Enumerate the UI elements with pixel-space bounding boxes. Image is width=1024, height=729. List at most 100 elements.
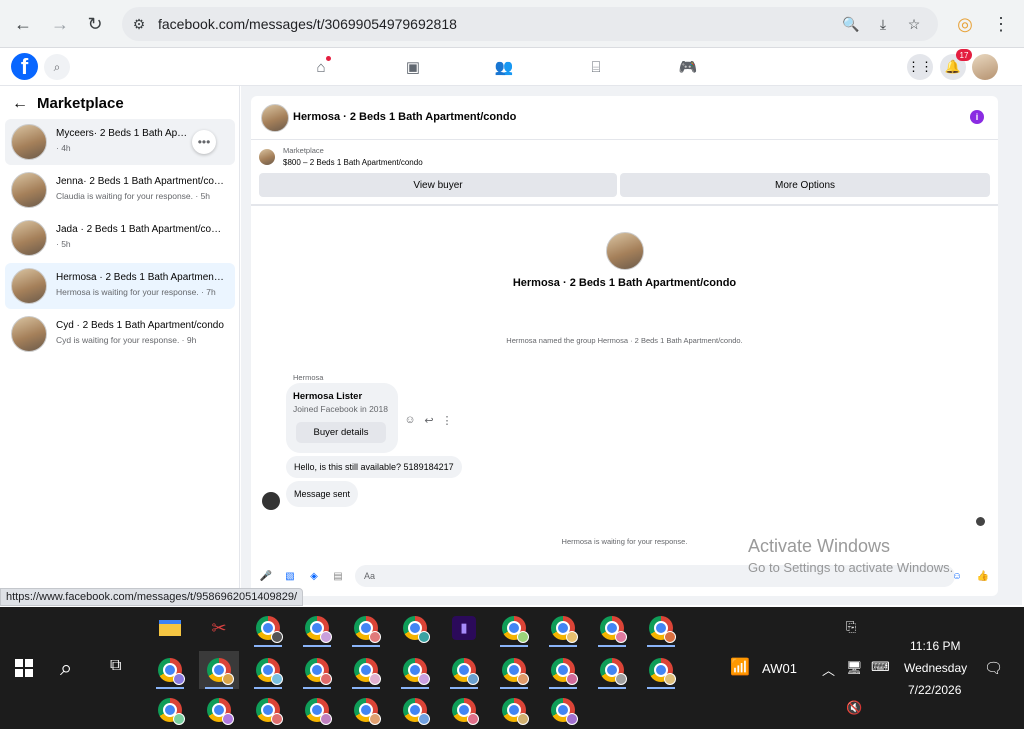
meet-now-icon[interactable]: ⎘ — [846, 619, 856, 635]
chrome-app-icon[interactable] — [641, 609, 681, 647]
conversation-preview: Hermosa is waiting for your response. · … — [56, 287, 216, 297]
chrome-app-icon[interactable] — [395, 691, 435, 729]
like-thumb-icon[interactable]: 👍 — [977, 570, 989, 582]
conversation-item-active[interactable]: Hermosa · 2 Beds 1 Bath Apartment/condo … — [5, 263, 235, 309]
more-options-icon[interactable]: ••• — [192, 130, 216, 154]
profile-icon[interactable]: ◎ — [953, 12, 977, 36]
file-explorer-icon[interactable] — [150, 609, 190, 647]
chrome-app-icon[interactable] — [199, 691, 239, 729]
clock-time[interactable]: 11:16 PM — [910, 639, 960, 653]
chrome-app-icon[interactable] — [444, 651, 484, 689]
windows-taskbar: ⌕ ⧉ ✂ ▮ ⎘ 📶 AW01 ︿ 🖥 ⌨ 🔇 11:16 PM Wednes… — [0, 607, 1024, 729]
info-icon[interactable]: i — [970, 110, 984, 124]
conversation-name: Myceers· 2 Beds 1 Bath Apartment/condo — [56, 128, 191, 139]
chrome-app-icon[interactable] — [346, 691, 386, 729]
chrome-app-icon[interactable] — [395, 609, 435, 647]
friends-icon[interactable]: 👥 — [494, 57, 514, 77]
marketplace-icon[interactable]: ⌸ — [586, 57, 606, 77]
chat-avatar[interactable] — [261, 104, 289, 132]
chrome-app-icon[interactable] — [444, 691, 484, 729]
conversation-name: Jada · 2 Beds 1 Bath Apartment/condo — [56, 224, 226, 235]
chrome-app-icon[interactable] — [297, 609, 337, 647]
app-purple-icon[interactable]: ▮ — [444, 609, 484, 647]
react-emoji-icon[interactable]: ☺ — [403, 413, 417, 427]
install-icon[interactable]: ⤓ — [874, 15, 892, 33]
conversation-item[interactable]: Cyd · 2 Beds 1 Bath Apartment/condo Cyd … — [5, 311, 235, 357]
menu-dots-icon[interactable]: ⋮ — [989, 12, 1013, 36]
site-settings-icon[interactable]: ⚙ — [130, 15, 148, 33]
account-avatar[interactable] — [972, 54, 998, 80]
chrome-app-icon[interactable] — [543, 609, 583, 647]
show-hidden-icons-chevron[interactable]: ︿ — [822, 660, 835, 679]
forward-icon[interactable]: → — [48, 12, 72, 36]
chrome-app-icon[interactable] — [150, 691, 190, 729]
clock-date[interactable]: 7/22/2026 — [908, 683, 961, 697]
volume-muted-icon[interactable]: 🔇 — [846, 700, 862, 716]
chrome-app-icon[interactable] — [494, 651, 534, 689]
conversation-item[interactable]: Jenna· 2 Beds 1 Bath Apartment/condo Cla… — [5, 167, 235, 213]
chrome-app-icon[interactable] — [641, 651, 681, 689]
chrome-app-icon[interactable] — [494, 609, 534, 647]
bookmark-star-icon[interactable]: ☆ — [905, 15, 923, 33]
chrome-app-icon[interactable] — [543, 651, 583, 689]
chrome-app-icon[interactable] — [248, 651, 288, 689]
buyer-profile-card: Hermosa Lister Joined Facebook in 2018 B… — [286, 383, 398, 453]
taskbar-search-icon[interactable]: ⌕ — [60, 655, 72, 681]
chrome-app-icon[interactable] — [592, 609, 632, 647]
snipping-tool-icon[interactable]: ✂ — [199, 609, 239, 647]
zoom-icon[interactable]: 🔍 — [842, 15, 860, 33]
chrome-app-icon[interactable] — [248, 691, 288, 729]
menu-grid-icon[interactable]: ⋮⋮ — [907, 54, 933, 80]
chrome-app-icon[interactable] — [592, 651, 632, 689]
conversation-avatar — [11, 316, 47, 352]
message-more-icon[interactable]: ⋮ — [440, 413, 454, 427]
start-windows-icon[interactable] — [15, 659, 33, 677]
chrome-app-icon[interactable] — [395, 651, 435, 689]
message-bubble[interactable]: Message sent — [286, 481, 359, 507]
clock-day[interactable]: Wednesday — [904, 661, 967, 675]
facebook-logo-icon[interactable]: f — [11, 53, 38, 80]
chat-header: Hermosa · 2 Beds 1 Bath Apartment/condo … — [251, 96, 998, 140]
reload-icon[interactable]: ↻ — [83, 12, 107, 36]
chrome-app-icon-active[interactable] — [199, 651, 239, 689]
signal-chart-icon[interactable]: 📶 — [730, 657, 750, 677]
message-bubble[interactable]: Hello, is this still available? 51891842… — [286, 456, 462, 478]
network-icon[interactable]: 🖥 — [846, 660, 863, 676]
task-view-icon[interactable]: ⧉ — [110, 657, 121, 675]
reply-icon[interactable]: ↩ — [422, 413, 436, 427]
chrome-app-icon[interactable] — [346, 651, 386, 689]
view-buyer-button[interactable]: View buyer — [259, 173, 617, 197]
video-icon[interactable]: ▣ — [403, 57, 423, 77]
group-avatar — [606, 232, 644, 270]
chrome-app-icon[interactable] — [248, 609, 288, 647]
gif-icon[interactable]: ▤ — [332, 570, 344, 582]
back-arrow-icon[interactable]: ← — [12, 95, 28, 113]
conversation-item[interactable]: Myceers· 2 Beds 1 Bath Apartment/condo ·… — [5, 119, 235, 165]
notification-badge: 17 — [956, 49, 972, 61]
sticker-icon[interactable]: ◈ — [308, 570, 320, 582]
chrome-app-icon[interactable] — [297, 651, 337, 689]
sidebar-title: Marketplace — [37, 95, 124, 112]
conversation-item[interactable]: Jada · 2 Beds 1 Bath Apartment/condo · 5… — [5, 215, 235, 261]
photo-icon[interactable]: ▧ — [284, 570, 296, 582]
more-options-button[interactable]: More Options — [620, 173, 990, 197]
url-text[interactable]: facebook.com/messages/t/3069905497969281… — [158, 16, 457, 32]
microphone-icon[interactable]: 🎤 — [260, 570, 272, 582]
sender-avatar — [262, 492, 280, 510]
chrome-app-icon[interactable] — [494, 691, 534, 729]
chrome-app-icon[interactable] — [543, 691, 583, 729]
keyboard-icon[interactable]: ⌨ — [871, 659, 890, 675]
notification-center-icon[interactable]: 🗨 — [984, 659, 1003, 677]
address-bar[interactable]: ⚙ facebook.com/messages/t/30699054979692… — [122, 7, 938, 41]
chrome-app-icon[interactable] — [346, 609, 386, 647]
chat-title[interactable]: Hermosa · 2 Beds 1 Bath Apartment/condo — [293, 111, 516, 123]
back-icon[interactable]: ← — [11, 12, 35, 36]
search-icon[interactable]: ⌕ — [44, 54, 70, 80]
listing-price: $800 – 2 Beds 1 Bath Apartment/condo — [283, 158, 423, 167]
chrome-app-icon[interactable] — [150, 651, 190, 689]
gaming-icon[interactable]: 🎮 — [678, 57, 698, 77]
activation-watermark-subtitle: Go to Settings to activate Windows. — [748, 560, 954, 575]
buyer-details-button[interactable]: Buyer details — [296, 422, 386, 443]
tray-app-label[interactable]: AW01 — [762, 661, 797, 676]
chrome-app-icon[interactable] — [297, 691, 337, 729]
